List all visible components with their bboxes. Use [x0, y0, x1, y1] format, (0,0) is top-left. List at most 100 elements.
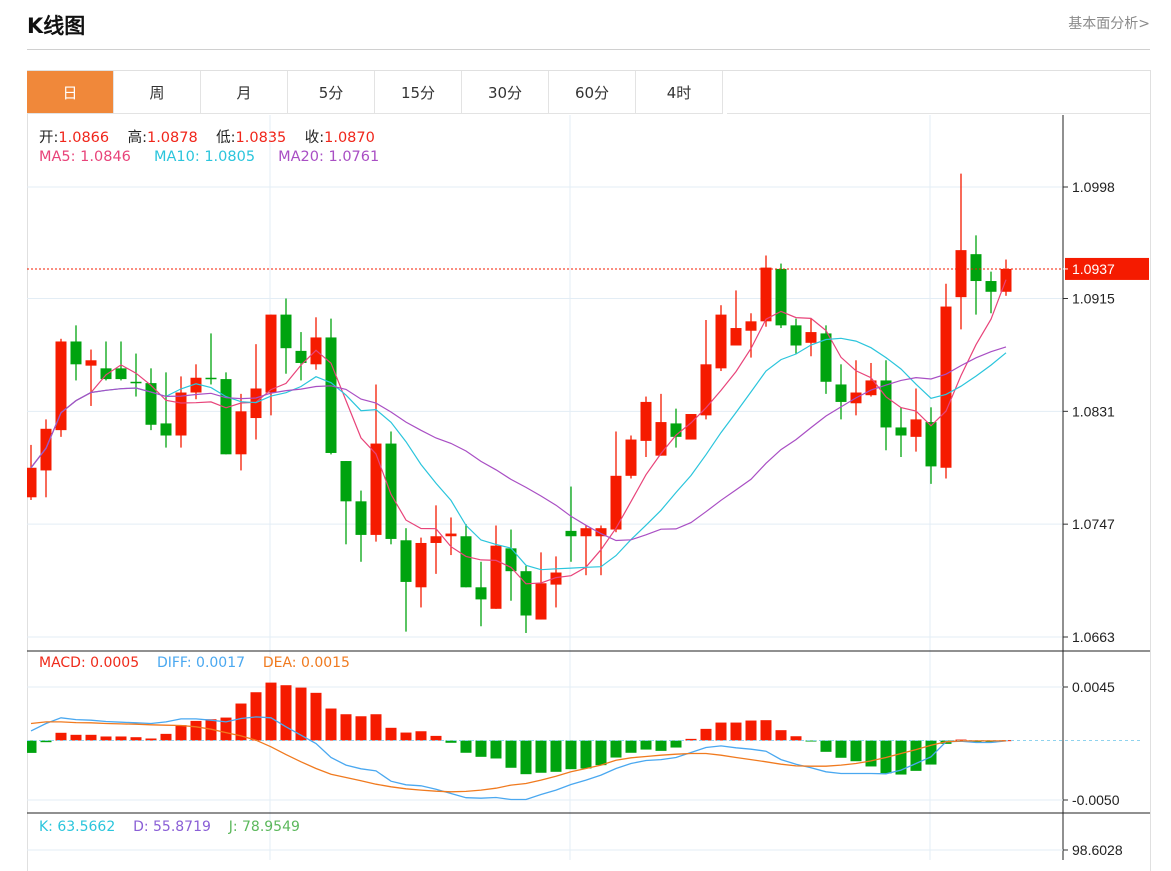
ma-legend: MA5: 1.0846 MA10: 1.0805 MA20: 1.0761	[39, 149, 379, 165]
macd-value: MACD: 0.0005	[39, 655, 140, 671]
ma20-value: 1.0761	[328, 149, 380, 165]
candle-body	[640, 401, 652, 441]
candle-body	[85, 360, 97, 366]
macd-bar	[100, 736, 112, 741]
macd-bar	[325, 708, 337, 741]
macd-bar	[430, 735, 442, 741]
candle-body	[265, 314, 277, 393]
open-label: 开:	[39, 130, 59, 146]
macd-bar	[910, 740, 922, 771]
candle-body	[355, 501, 367, 535]
candle-body	[940, 306, 952, 468]
macd-bar	[790, 736, 802, 741]
high-value: 1.0878	[146, 130, 198, 146]
tab-month[interactable]: 月	[201, 71, 288, 114]
macd-bar	[55, 732, 67, 741]
dea-value: DEA: 0.0015	[262, 655, 350, 671]
kdj-tick-label: 98.6028	[1072, 842, 1123, 858]
candle-body	[460, 536, 472, 588]
candle-body	[340, 461, 352, 502]
macd-bar	[850, 740, 862, 762]
candle-body	[730, 328, 742, 346]
candle-body	[130, 381, 142, 384]
macd-bar	[70, 734, 82, 741]
macd-bar	[520, 740, 532, 775]
candle-body	[115, 368, 127, 380]
price-tick-label: 1.0831	[1072, 403, 1115, 419]
kdj-legend: K: 63.5662 D: 55.8719 J: 78.9549	[39, 819, 300, 835]
kline-chart[interactable]: 1.0998 1.0915 1.0831 1.0747 1.0663 1.0937 0.00…	[27, 115, 1150, 860]
macd-bar	[160, 733, 172, 741]
candle-body	[880, 380, 892, 428]
candle-body	[745, 321, 757, 331]
candle-body	[955, 250, 967, 298]
header-divider	[27, 49, 1150, 50]
ma5-value: 1.0846	[80, 149, 131, 165]
macd-bar	[460, 740, 472, 753]
candle-body	[280, 314, 292, 349]
macd-bar	[115, 736, 127, 741]
macd-bar	[415, 731, 427, 741]
macd-bar	[670, 740, 682, 748]
candle-body	[385, 443, 397, 539]
candle-body	[805, 332, 817, 343]
candle-body	[580, 528, 592, 537]
macd-bar	[400, 732, 412, 741]
candle-body	[325, 337, 337, 453]
candle-body	[565, 530, 577, 537]
candle-body	[400, 540, 412, 582]
macd-bar	[190, 720, 202, 741]
candle-body	[775, 268, 787, 326]
candle-body	[160, 423, 172, 436]
close-label: 收:	[304, 130, 325, 146]
candle-body	[40, 428, 52, 471]
candle-body	[445, 533, 457, 537]
candle-body	[655, 422, 667, 456]
price-tick-label: 1.0663	[1072, 629, 1115, 645]
ma5-label: MA5:	[39, 149, 76, 165]
tab-60min[interactable]: 60分	[549, 71, 636, 114]
low-value: 1.0835	[235, 130, 287, 146]
candle-body	[100, 368, 112, 380]
macd-bar	[505, 740, 517, 768]
candle-body	[535, 583, 547, 620]
candle-body	[55, 341, 67, 431]
macd-bar	[655, 740, 667, 751]
macd-bar	[265, 682, 277, 741]
candle-body	[895, 427, 907, 436]
ma10-value: 1.0805	[204, 149, 256, 165]
candle-body	[175, 392, 187, 436]
candle-body	[70, 341, 82, 365]
macd-bar	[580, 740, 592, 769]
macd-bar	[820, 740, 832, 752]
tab-week[interactable]: 周	[114, 71, 201, 114]
candle-body	[970, 254, 982, 282]
macd-bar	[385, 727, 397, 741]
ma10-label: MA10:	[153, 149, 200, 165]
tab-4hour[interactable]: 4时	[636, 71, 723, 114]
last-price-label: 1.0937	[1072, 261, 1115, 277]
ma20-line	[30, 346, 1007, 542]
macd-bar	[550, 740, 562, 772]
open-value: 1.0866	[58, 130, 110, 146]
macd-bar	[310, 692, 322, 741]
macd-bar	[715, 722, 727, 741]
macd-bar	[595, 740, 607, 766]
fundamental-analysis-link[interactable]: 基本面分析>	[1068, 13, 1150, 33]
candle-body	[250, 388, 262, 419]
tab-15min[interactable]: 15分	[375, 71, 462, 114]
ma20-label: MA20:	[278, 149, 324, 165]
candle-body	[490, 545, 502, 609]
tab-30min[interactable]: 30分	[462, 71, 549, 114]
candle-body	[27, 467, 37, 498]
candle-body	[925, 422, 937, 467]
macd-bar	[355, 716, 367, 741]
macd-bar	[730, 722, 742, 741]
candle-body	[430, 536, 442, 543]
tab-5min[interactable]: 5分	[288, 71, 375, 114]
tab-day[interactable]: 日	[27, 71, 114, 114]
candle-body	[475, 587, 487, 600]
macd-bar	[835, 740, 847, 758]
macd-bar	[340, 714, 352, 741]
price-tick-label: 1.0998	[1072, 179, 1115, 195]
